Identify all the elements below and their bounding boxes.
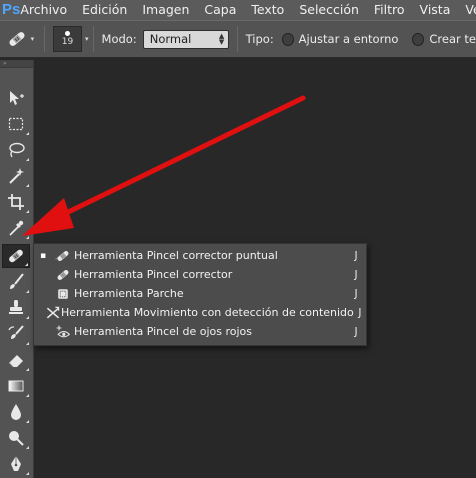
menu-filtro[interactable]: Filtro [374, 0, 405, 20]
eyedropper-tool[interactable] [2, 216, 30, 240]
spot-healing-brush-icon [9, 249, 23, 263]
healing-brush-icon [52, 267, 74, 283]
type-label: Tipo: [245, 32, 274, 46]
options-bar: ▾ 19 ▾ Modo: Normal ▲ ▼ Tipo: Ajustar a e… [0, 20, 476, 58]
selected-indicator: ▪ [39, 250, 47, 261]
flyout-item-label: Herramienta Pincel corrector puntual [74, 249, 278, 262]
blur-tool[interactable] [2, 400, 30, 424]
submenu-corner-icon [26, 472, 29, 475]
menu-capa[interactable]: Capa [204, 0, 236, 20]
mode-select[interactable]: Normal ▲ ▼ [142, 29, 229, 49]
mode-label: Modo: [101, 32, 137, 46]
menu-imagen[interactable]: Imagen [142, 0, 189, 20]
submenu-corner-icon [26, 368, 29, 371]
submenu-corner-icon [25, 263, 28, 266]
select-arrows-icon: ▲ ▼ [218, 32, 225, 46]
brush-tip-icon [64, 31, 70, 36]
tool-preset-picker[interactable]: ▾ [0, 26, 40, 52]
history-brush-icon [8, 325, 24, 339]
crop-icon [8, 194, 24, 210]
marquee-tool[interactable] [2, 112, 30, 136]
menu-edicion[interactable]: Edición [82, 0, 127, 20]
gradient-tool[interactable] [2, 374, 30, 398]
lasso-icon [9, 142, 25, 158]
gradient-icon [8, 380, 24, 392]
menu-vista[interactable]: Vista [420, 0, 451, 20]
submenu-corner-icon [26, 316, 29, 319]
brush-size-value: 19 [61, 37, 74, 47]
submenu-corner-icon [26, 290, 29, 293]
flyout-item-content-aware-move[interactable]: Herramienta Movimiento con detección de … [34, 303, 366, 322]
radio-ajustar-label[interactable]: Ajustar a entorno [299, 32, 399, 46]
brush-icon [10, 273, 24, 289]
move-tool[interactable] [2, 86, 30, 110]
brush-tool[interactable] [2, 270, 30, 294]
panel-grip[interactable]: » [0, 60, 33, 68]
pen-tool[interactable] [2, 452, 30, 476]
submenu-corner-icon [26, 158, 29, 161]
blur-drop-icon [11, 404, 21, 420]
move-icon [10, 91, 24, 105]
submenu-corner-icon [26, 236, 29, 239]
flyout-item-label: Herramienta Pincel de ojos rojos [74, 325, 252, 338]
menu-seleccion[interactable]: Selección [299, 0, 359, 20]
submenu-corner-icon [26, 132, 29, 135]
clone-stamp-tool[interactable] [2, 296, 30, 320]
red-eye-icon [52, 324, 74, 340]
magic-wand-icon [9, 168, 24, 184]
submenu-corner-icon [26, 210, 29, 213]
stamp-icon [9, 300, 23, 314]
radio-crear-label[interactable]: Crear te [429, 32, 476, 46]
history-brush-tool[interactable] [2, 322, 30, 346]
menu-bar: Ps Archivo Edición Imagen Capa Texto Sel… [0, 0, 476, 20]
mode-select-value: Normal [149, 32, 192, 46]
radio-ajustar[interactable] [281, 32, 294, 46]
flyout-item-patch[interactable]: Herramienta Parche J [34, 284, 366, 303]
flyout-item-healing-brush[interactable]: Herramienta Pincel corrector J [34, 265, 366, 284]
pen-icon [11, 456, 21, 471]
chevron-down-icon: ▾ [30, 35, 35, 43]
menu-archivo[interactable]: Archivo [20, 0, 67, 20]
radio-crear[interactable] [412, 32, 425, 46]
tools-panel: » [0, 60, 34, 478]
dodge-icon [9, 431, 24, 446]
menu-texto[interactable]: Texto [251, 0, 284, 20]
brush-size-picker[interactable]: 19 [52, 26, 83, 52]
eraser-icon [8, 355, 23, 368]
shortcut-key: J [354, 249, 358, 262]
submenu-corner-icon [26, 420, 29, 423]
marquee-icon [8, 117, 24, 131]
shortcut-key: J [358, 306, 362, 319]
submenu-corner-icon [26, 184, 29, 187]
flyout-item-red-eye[interactable]: Herramienta Pincel de ojos rojos J [34, 322, 366, 341]
content-aware-move-icon [45, 305, 61, 321]
chevron-down-icon[interactable]: ▾ [85, 35, 89, 43]
divider [236, 26, 238, 52]
flyout-item-spot-healing[interactable]: ▪ Herramienta Pincel corrector puntual J [34, 246, 366, 265]
menu-ventana[interactable]: Ve [465, 0, 476, 20]
eyedropper-icon [9, 220, 24, 236]
patch-icon [52, 286, 74, 302]
shortcut-key: J [354, 268, 358, 281]
flyout-item-label: Herramienta Parche [74, 287, 184, 300]
divider [92, 26, 94, 52]
submenu-corner-icon [26, 394, 29, 397]
healing-brush-tool[interactable] [2, 244, 30, 268]
photoshop-logo: Ps [2, 1, 21, 18]
submenu-corner-icon [26, 342, 29, 345]
divider [43, 26, 45, 52]
flyout-item-label: Herramienta Movimiento con detección de … [61, 306, 354, 319]
healing-tools-flyout: ▪ Herramienta Pincel corrector puntual J [33, 243, 367, 346]
dodge-tool[interactable] [2, 426, 30, 450]
healing-brush-icon [9, 32, 25, 46]
crop-tool[interactable] [2, 190, 30, 214]
lasso-tool[interactable] [2, 138, 30, 162]
quick-selection-tool[interactable] [2, 164, 30, 188]
shortcut-key: J [354, 325, 358, 338]
submenu-corner-icon [26, 446, 29, 449]
eraser-tool[interactable] [2, 348, 30, 372]
spot-healing-icon [52, 248, 74, 264]
flyout-item-label: Herramienta Pincel corrector [74, 268, 233, 281]
shortcut-key: J [354, 287, 358, 300]
